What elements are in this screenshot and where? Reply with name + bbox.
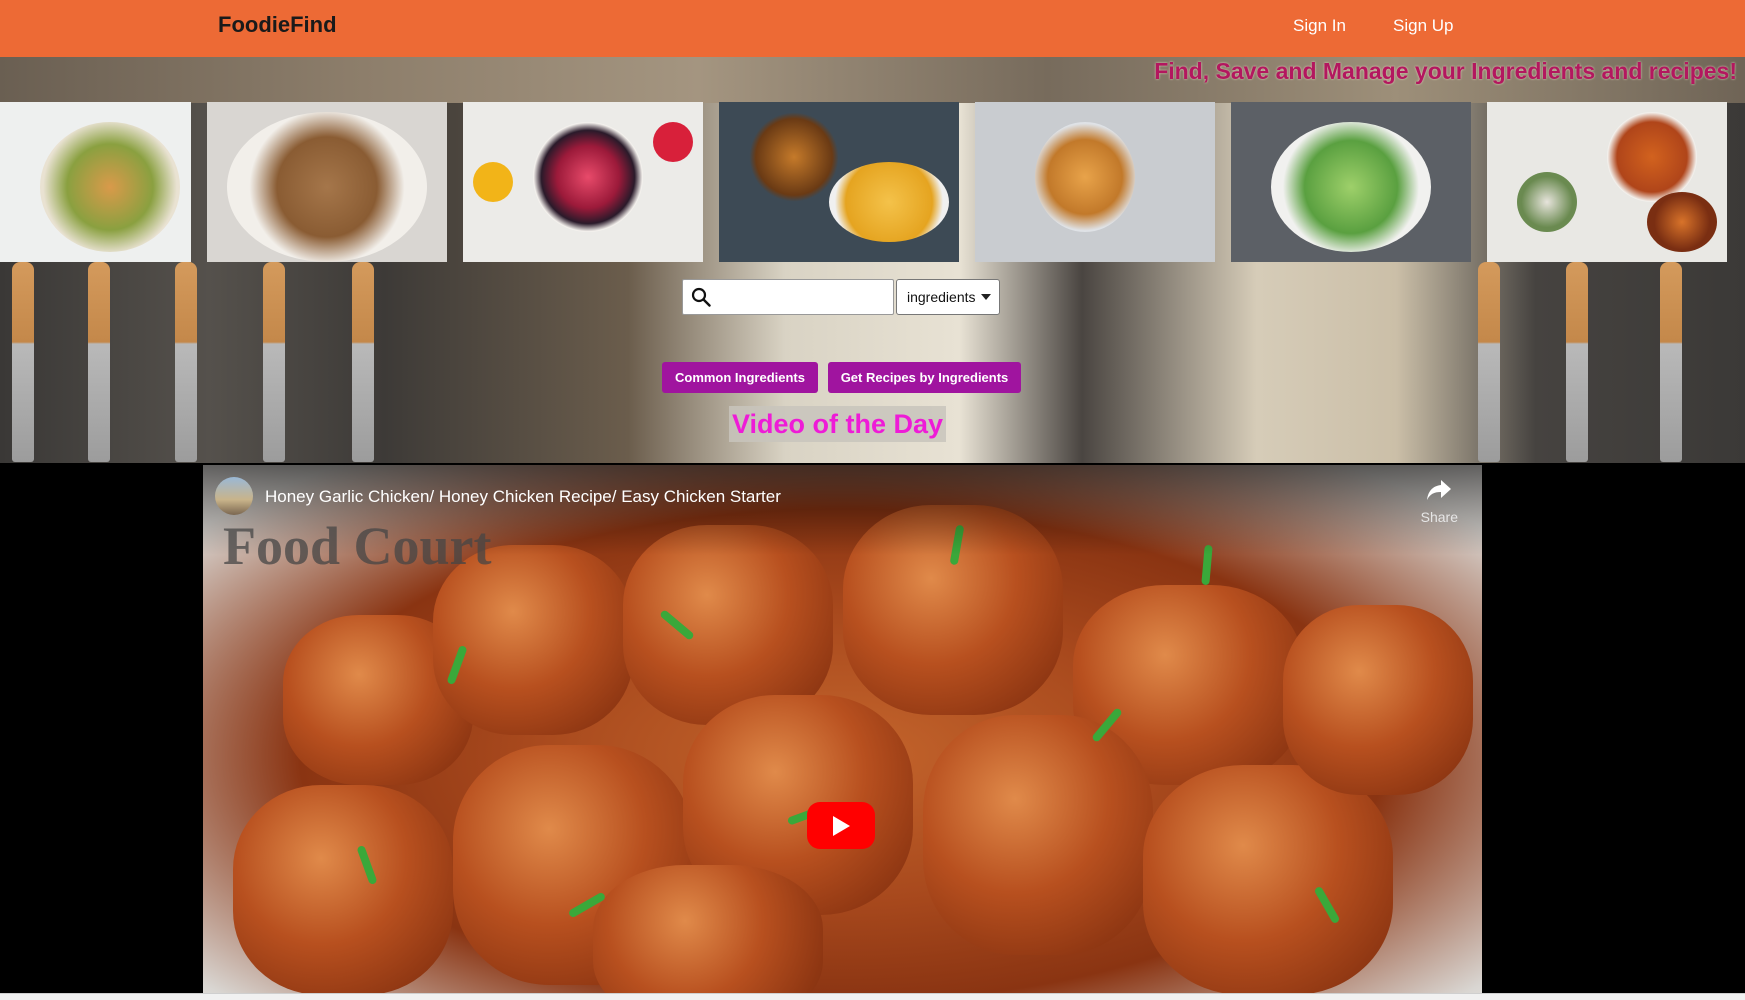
utensil-decoration (12, 262, 34, 462)
utensil-decoration (175, 262, 197, 462)
search-type-select[interactable]: ingredients (896, 279, 1000, 315)
utensil-decoration (352, 262, 374, 462)
sign-in-link[interactable]: Sign In (1293, 16, 1346, 36)
share-icon[interactable] (1426, 479, 1452, 501)
hero-tagline: Find, Save and Manage your Ingredients a… (1154, 58, 1737, 84)
share-label[interactable]: Share (1421, 509, 1458, 525)
play-button[interactable] (807, 802, 875, 849)
food-thumbnail-platters[interactable] (1487, 102, 1727, 262)
search-box (682, 279, 894, 315)
utensil-decoration (1660, 262, 1682, 462)
search-type-value: ingredients (907, 289, 976, 305)
food-thumbnail-pancakes[interactable] (975, 102, 1215, 262)
utensil-decoration (1478, 262, 1500, 462)
food-thumbnail-grain-bowl[interactable] (0, 102, 191, 262)
sign-up-link[interactable]: Sign Up (1393, 16, 1453, 36)
search-icon (691, 287, 711, 307)
food-thumbnail-fruit-bowl[interactable] (463, 102, 703, 262)
video-player[interactable]: Food Court Honey Garlic Chicken/ Honey C… (203, 465, 1482, 993)
channel-watermark: Food Court (223, 516, 492, 576)
video-section: Food Court Honey Garlic Chicken/ Honey C… (0, 463, 1745, 993)
play-icon (833, 816, 850, 836)
hero-banner: Find, Save and Manage your Ingredients a… (0, 57, 1745, 463)
food-thumbnail-salad[interactable] (1231, 102, 1471, 262)
channel-avatar[interactable] (215, 477, 253, 515)
chevron-down-icon (981, 294, 991, 300)
search-input[interactable] (719, 284, 889, 310)
food-thumbnail-burger[interactable] (719, 102, 959, 262)
get-recipes-button[interactable]: Get Recipes by Ingredients (828, 362, 1021, 393)
top-navbar: FoodieFind Sign In Sign Up (0, 0, 1745, 57)
video-of-the-day-heading: Video of the Day (729, 406, 947, 442)
common-ingredients-button[interactable]: Common Ingredients (662, 362, 818, 393)
food-thumbnail-strip (0, 102, 1745, 262)
utensil-decoration (1566, 262, 1588, 462)
food-thumbnail-pasta[interactable] (207, 102, 447, 262)
page-bottom-edge (0, 993, 1745, 1000)
video-title[interactable]: Honey Garlic Chicken/ Honey Chicken Reci… (265, 487, 781, 507)
brand-logo[interactable]: FoodieFind (218, 12, 337, 38)
utensil-decoration (263, 262, 285, 462)
utensil-decoration (88, 262, 110, 462)
